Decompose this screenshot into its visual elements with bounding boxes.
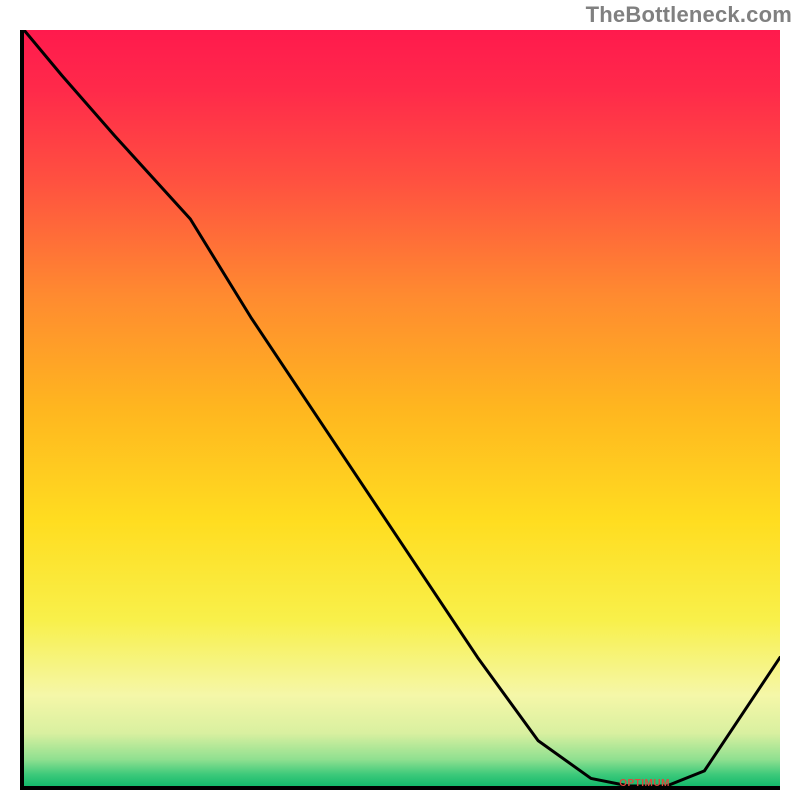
curve-line [24, 30, 780, 786]
chart-stage: TheBottleneck.com OPTIMUM [0, 0, 800, 800]
optimum-marker: OPTIMUM [619, 778, 670, 789]
plot-area: OPTIMUM [20, 30, 780, 790]
watermark-text: TheBottleneck.com [586, 2, 792, 28]
